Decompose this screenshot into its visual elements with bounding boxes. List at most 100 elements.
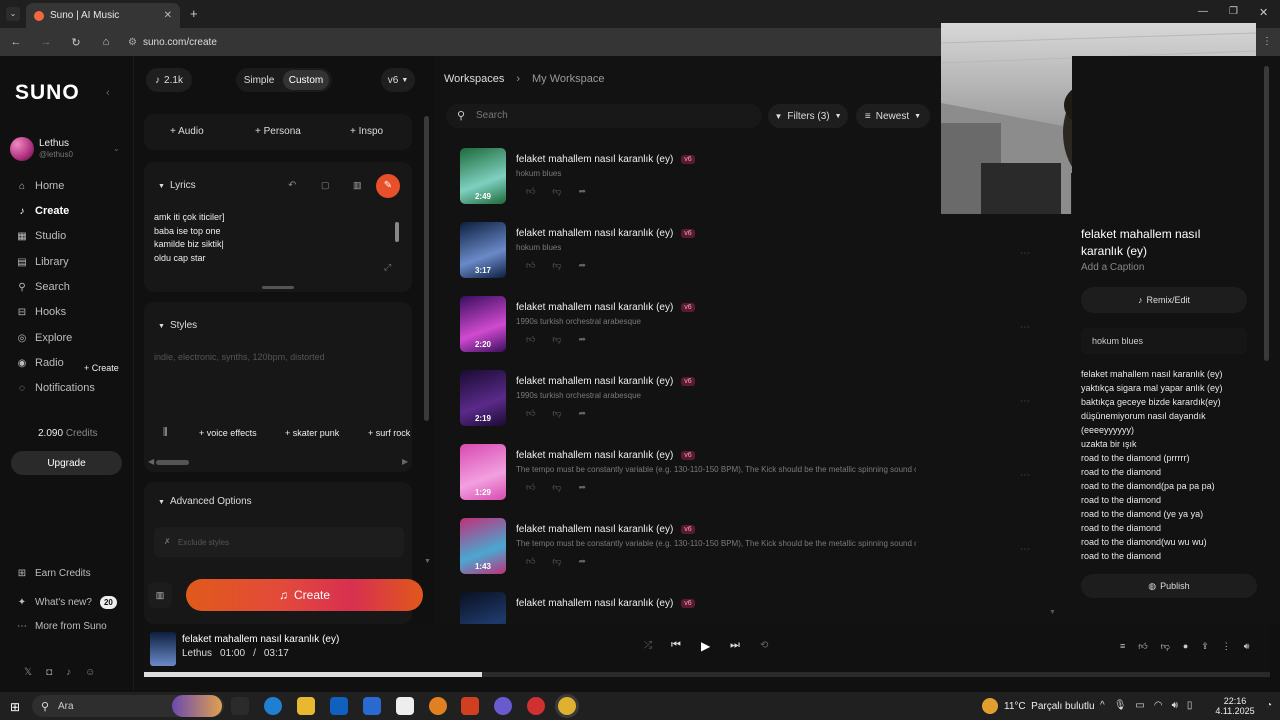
x-icon[interactable]: 𝕏 — [24, 667, 32, 678]
song-more-icon[interactable]: ⋯ — [1020, 396, 1030, 407]
song-cover[interactable]: 1:29 — [460, 444, 506, 500]
thumbs-up-icon[interactable]: 👍︎ — [526, 186, 535, 197]
play-icon[interactable]: ▶ — [701, 639, 710, 653]
volume-icon[interactable]: 🔊︎ — [1244, 641, 1250, 652]
share-icon[interactable]: ➦ — [579, 482, 587, 493]
maximize-icon[interactable]: ❐ — [1229, 6, 1238, 17]
share-icon[interactable]: ➦ — [579, 260, 587, 271]
more-options-icon[interactable]: ⋮ — [1222, 641, 1231, 652]
undo-icon[interactable]: ↶ — [288, 180, 296, 191]
style-library-icon[interactable]: ⫼ — [163, 427, 168, 438]
file-explorer-icon[interactable] — [297, 697, 315, 715]
scroll-right-icon[interactable]: ▶ — [402, 457, 408, 466]
crumb-my-workspace[interactable]: My Workspace — [532, 73, 605, 85]
clock[interactable]: 22:16 4.11.2025 — [1205, 696, 1265, 716]
tiktok-icon[interactable]: ♪ — [66, 667, 71, 678]
song-more-icon[interactable]: ⋯ — [1020, 248, 1030, 259]
song-more-icon[interactable]: ⋯ — [1020, 544, 1030, 555]
inspo-button[interactable]: + Inspo — [350, 126, 383, 137]
sidebar-item-hooks[interactable]: ⊟ Hooks — [17, 306, 66, 318]
avatar[interactable] — [10, 137, 34, 161]
more-from-suno-link[interactable]: ⋯ More from Suno — [17, 621, 107, 632]
player-title[interactable]: felaket mahallem nasıl karanlık (ey) — [182, 634, 339, 645]
thumbs-down-icon[interactable]: 👎︎ — [552, 556, 561, 567]
scroll-left-icon[interactable]: ◀ — [148, 457, 154, 466]
song-cover[interactable]: 3:17 — [460, 222, 506, 278]
song-title[interactable]: felaket mahallem nasıl karanlık (ey) — [516, 450, 673, 461]
remix-edit-button[interactable]: ♪ Remix/Edit — [1081, 287, 1247, 313]
site-info-icon[interactable]: ⚙ — [128, 37, 137, 48]
song-row[interactable]: 1:29 felaket mahallem nasıl karanlık (ey)… — [460, 444, 1060, 518]
styles-input[interactable]: indie, electronic, synths, 120bpm, disto… — [154, 352, 325, 362]
song-more-icon[interactable]: ⋯ — [1020, 322, 1030, 333]
detail-scrollbar[interactable] — [1264, 66, 1269, 361]
url-field[interactable]: suno.com/create — [143, 37, 217, 48]
song-more-icon[interactable]: ⋯ — [1020, 470, 1030, 481]
browser-tab[interactable]: Suno | AI Music ✕ — [26, 3, 180, 28]
drag-handle[interactable] — [262, 286, 294, 289]
tag-surf-rock[interactable]: + surf rock — [368, 428, 410, 438]
audio-button[interactable]: + Audio — [170, 126, 204, 137]
sidebar-item-search[interactable]: ⚲ Search — [17, 281, 70, 293]
thumbs-down-icon[interactable]: 👎︎ — [552, 482, 561, 493]
lyrics-textarea[interactable]: amk iti çok iticiler] baba ise top one k… — [154, 211, 374, 265]
weather-text[interactable]: 11°C Parçalı bulutlu — [1004, 701, 1095, 712]
minimize-icon[interactable]: — — [1198, 6, 1208, 17]
thumbs-up-icon[interactable]: 👍︎ — [526, 260, 535, 271]
instagram-icon[interactable]: ◘ — [46, 667, 52, 678]
app-grid-icon[interactable] — [461, 697, 479, 715]
song-title[interactable]: felaket mahallem nasıl karanlık (ey) — [516, 376, 673, 387]
reload-icon[interactable]: ↻ — [68, 36, 84, 49]
song-row[interactable]: 3:17 felaket mahallem nasıl karanlık (ey)… — [460, 222, 1060, 296]
player-artist[interactable]: Lethus — [182, 648, 212, 659]
song-title[interactable]: felaket mahallem nasıl karanlık (ey) — [516, 154, 673, 165]
mode-simple-tab[interactable]: Simple — [238, 70, 280, 90]
thumbs-up-icon[interactable]: 👍︎ — [526, 408, 535, 419]
comment-icon[interactable]: ● — [1183, 641, 1188, 652]
task-view-icon[interactable] — [231, 697, 249, 715]
advanced-header[interactable]: ▼ Advanced Options — [158, 496, 252, 507]
resize-icon[interactable]: ⤢ — [384, 262, 391, 273]
mode-custom-tab[interactable]: Custom — [283, 70, 329, 90]
share-icon[interactable]: ➦ — [579, 408, 587, 419]
thumbs-down-icon[interactable]: 👎︎ — [552, 260, 561, 271]
discord-icon[interactable]: ☺ — [85, 667, 95, 678]
thumbs-down-icon[interactable]: 👎︎ — [552, 186, 561, 197]
sidebar-item-explore[interactable]: ◎ Explore — [17, 332, 73, 344]
share-icon[interactable]: ➦ — [579, 334, 587, 345]
speaker-icon[interactable]: 🔊︎ — [1172, 700, 1178, 711]
browser-menu-icon[interactable]: ⋮ — [1262, 36, 1272, 47]
tag-skater-punk[interactable]: + skater punk — [285, 428, 339, 438]
scroll-down-icon[interactable]: ▼ — [1049, 609, 1056, 616]
sidebar-item-home[interactable]: ⌂ Home — [17, 180, 64, 192]
app-icon[interactable] — [429, 697, 447, 715]
thumbs-up-icon[interactable]: 👍︎ — [526, 334, 535, 345]
outlook-icon[interactable] — [330, 697, 348, 715]
song-title[interactable]: felaket mahallem nasıl karanlık (ey) — [516, 524, 673, 535]
battery-icon[interactable]: ▯ — [1187, 700, 1193, 711]
chevron-up-icon[interactable]: ^ — [1100, 700, 1105, 711]
crumb-workspaces[interactable]: Workspaces — [444, 73, 504, 85]
clear-button[interactable]: ▥ — [148, 582, 172, 608]
chrome-icon[interactable] — [558, 697, 576, 715]
progress-track[interactable] — [144, 672, 1270, 677]
next-icon[interactable]: ⏭ — [730, 639, 740, 652]
notepad-icon[interactable] — [396, 697, 414, 715]
panel-scrollbar[interactable] — [424, 116, 429, 421]
edge-icon[interactable] — [264, 697, 282, 715]
wifi-icon[interactable]: ◠ — [1154, 700, 1163, 711]
notification-bell-icon[interactable]: ◔ — [1266, 700, 1272, 711]
song-row[interactable]: 1:43 felaket mahallem nasıl karanlık (ey)… — [460, 518, 1060, 592]
song-row[interactable]: 2:20 felaket mahallem nasıl karanlık (ey)… — [460, 296, 1060, 370]
scroll-down-icon[interactable]: ▼ — [424, 558, 431, 565]
song-cover[interactable]: 2:20 — [460, 296, 506, 352]
add-caption[interactable]: Add a Caption — [1081, 262, 1144, 273]
song-title[interactable]: felaket mahallem nasıl karanlık (ey) — [516, 598, 673, 609]
song-cover[interactable]: 1:43 — [460, 518, 506, 574]
player-cover[interactable] — [150, 632, 176, 666]
collapse-sidebar-icon[interactable]: ‹ — [106, 87, 110, 99]
queue-icon[interactable]: ≡ — [1120, 641, 1125, 652]
sort-button[interactable]: ≡ Newest ▼ — [856, 104, 930, 128]
windows-start-icon[interactable]: ⊞ — [10, 700, 20, 714]
song-cover[interactable]: 2:19 — [460, 370, 506, 426]
